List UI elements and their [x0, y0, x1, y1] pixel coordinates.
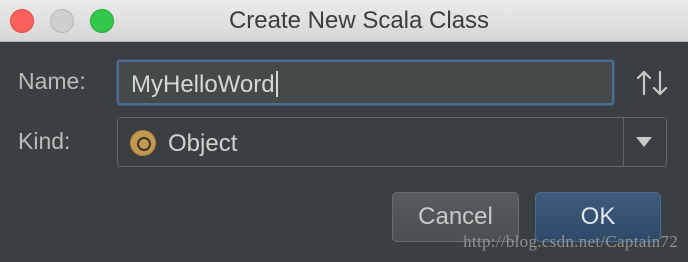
window-title: Create New Scala Class [228, 7, 490, 34]
kind-selected-value: Object [168, 130, 238, 157]
kind-label: Kind: [18, 128, 71, 154]
object-icon [130, 130, 156, 156]
text-caret [275, 71, 278, 97]
sort-arrows-icon[interactable] [634, 66, 670, 100]
name-input-value: MyHelloWord [131, 71, 278, 99]
name-input[interactable]: MyHelloWord [117, 60, 614, 105]
dropdown-divider [623, 118, 624, 166]
watermark: http://blog.csdn.net/Captain72 [463, 232, 678, 251]
name-label: Name: [18, 68, 86, 94]
kind-dropdown[interactable]: Object [117, 117, 667, 167]
title-bar: Create New Scala Class [0, 0, 688, 42]
chevron-down-icon[interactable] [636, 137, 652, 147]
